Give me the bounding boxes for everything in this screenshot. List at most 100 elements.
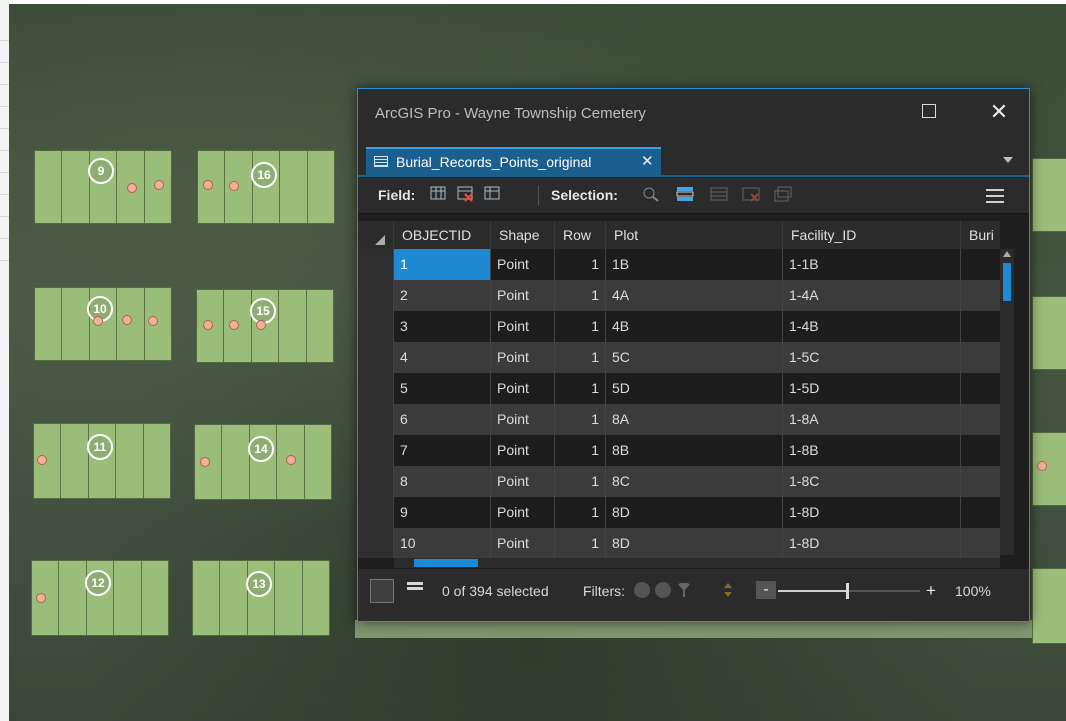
row-selector[interactable]: [358, 342, 394, 373]
cell-row[interactable]: 1: [555, 435, 606, 466]
menu-icon[interactable]: [986, 189, 1004, 203]
burial-point-marker[interactable]: [1037, 461, 1047, 471]
window-titlebar[interactable]: ArcGIS Pro - Wayne Township Cemetery ✕: [358, 89, 1029, 139]
cell-plot[interactable]: 8D: [606, 497, 783, 528]
table-row[interactable]: 6 Point 1 8A 1-8A: [358, 404, 1000, 435]
cell-facility-id[interactable]: 1-1B: [783, 249, 961, 280]
cell-objectid[interactable]: 6: [394, 404, 491, 435]
row-selector[interactable]: [358, 435, 394, 466]
cell-row[interactable]: 1: [555, 404, 606, 435]
cell-plot[interactable]: 8A: [606, 404, 783, 435]
burial-point-marker[interactable]: [148, 316, 158, 326]
row-selector[interactable]: [358, 466, 394, 497]
cell-facility-id[interactable]: 1-8D: [783, 528, 961, 558]
tab-close-icon[interactable]: ✕: [641, 152, 654, 170]
burial-point-marker[interactable]: [36, 593, 46, 603]
burial-point-marker[interactable]: [229, 320, 239, 330]
delete-selection-icon[interactable]: [742, 186, 760, 202]
cell-burial[interactable]: [961, 466, 1000, 497]
cell-facility-id[interactable]: 1-8D: [783, 497, 961, 528]
table-row[interactable]: 8 Point 1 8C 1-8C: [358, 466, 1000, 497]
switch-selection-icon[interactable]: [676, 186, 694, 202]
burial-point-marker[interactable]: [203, 320, 213, 330]
cell-row[interactable]: 1: [555, 311, 606, 342]
maximize-button[interactable]: [922, 104, 936, 118]
cell-objectid[interactable]: 5: [394, 373, 491, 404]
column-header-burial[interactable]: Buri: [961, 221, 1000, 249]
cell-row[interactable]: 1: [555, 497, 606, 528]
burial-point-marker[interactable]: [229, 181, 239, 191]
column-header-row[interactable]: Row: [555, 221, 606, 249]
close-button[interactable]: ✕: [984, 97, 1014, 127]
zoom-in-button[interactable]: +: [926, 581, 936, 601]
cell-plot[interactable]: 5D: [606, 373, 783, 404]
zoom-to-selection-icon[interactable]: [642, 186, 660, 202]
column-header-shape[interactable]: Shape: [491, 221, 555, 249]
scale-filter-icon[interactable]: [720, 582, 736, 598]
table-row[interactable]: 7 Point 1 8B 1-8B: [358, 435, 1000, 466]
burial-point-marker[interactable]: [154, 180, 164, 190]
row-selector[interactable]: [358, 404, 394, 435]
cell-plot[interactable]: 4A: [606, 280, 783, 311]
column-header-facility-id[interactable]: Facility_ID: [783, 221, 961, 249]
burial-point-marker[interactable]: [200, 457, 210, 467]
cell-facility-id[interactable]: 1-4A: [783, 280, 961, 311]
cell-shape[interactable]: Point: [491, 528, 555, 558]
cell-shape[interactable]: Point: [491, 280, 555, 311]
row-selector[interactable]: [358, 528, 394, 558]
cell-plot[interactable]: 8D: [606, 528, 783, 558]
copy-selection-icon[interactable]: [774, 186, 792, 202]
cell-row[interactable]: 1: [555, 249, 606, 280]
clear-selection-icon[interactable]: [710, 186, 728, 202]
add-field-icon[interactable]: [430, 186, 448, 202]
cell-facility-id[interactable]: 1-8C: [783, 466, 961, 497]
cell-shape[interactable]: Point: [491, 404, 555, 435]
cell-burial[interactable]: [961, 435, 1000, 466]
attribute-table[interactable]: OBJECTID Shape Row Plot Facility_ID Buri…: [358, 221, 1000, 558]
horizontal-scrollbar[interactable]: [394, 558, 1000, 568]
cell-row[interactable]: 1: [555, 280, 606, 311]
show-all-records-button[interactable]: [370, 579, 394, 603]
cell-plot[interactable]: 1B: [606, 249, 783, 280]
zoom-out-button[interactable]: -: [756, 581, 776, 599]
cell-shape[interactable]: Point: [491, 373, 555, 404]
row-selector[interactable]: [358, 280, 394, 311]
cell-burial[interactable]: [961, 249, 1000, 280]
cell-burial[interactable]: [961, 373, 1000, 404]
cell-objectid[interactable]: 4: [394, 342, 491, 373]
burial-point-marker[interactable]: [37, 455, 47, 465]
cell-objectid[interactable]: 2: [394, 280, 491, 311]
zoom-slider-thumb[interactable]: [846, 583, 849, 599]
cell-plot[interactable]: 8C: [606, 466, 783, 497]
row-selector[interactable]: [358, 373, 394, 404]
cell-burial[interactable]: [961, 497, 1000, 528]
burial-point-marker[interactable]: [127, 183, 137, 193]
table-row[interactable]: 4 Point 1 5C 1-5C: [358, 342, 1000, 373]
cell-facility-id[interactable]: 1-8B: [783, 435, 961, 466]
row-selector[interactable]: [358, 311, 394, 342]
scroll-up-icon[interactable]: [1003, 251, 1011, 257]
select-all-corner[interactable]: [358, 221, 394, 249]
burial-point-marker[interactable]: [286, 455, 296, 465]
attribute-table-window[interactable]: ArcGIS Pro - Wayne Township Cemetery ✕ B…: [357, 88, 1030, 622]
filter-icon[interactable]: [676, 582, 692, 598]
zoom-slider-track[interactable]: [848, 590, 920, 592]
cell-row[interactable]: 1: [555, 373, 606, 404]
burial-point-marker[interactable]: [122, 315, 132, 325]
horizontal-scroll-thumb[interactable]: [414, 559, 478, 567]
delete-field-icon[interactable]: [457, 186, 475, 202]
cell-plot[interactable]: 5C: [606, 342, 783, 373]
burial-point-marker[interactable]: [256, 320, 266, 330]
cell-row[interactable]: 1: [555, 528, 606, 558]
cell-objectid[interactable]: 1: [394, 249, 491, 280]
table-row[interactable]: 5 Point 1 5D 1-5D: [358, 373, 1000, 404]
cell-objectid[interactable]: 9: [394, 497, 491, 528]
row-selector[interactable]: [358, 249, 394, 280]
cell-burial[interactable]: [961, 404, 1000, 435]
cell-plot[interactable]: 4B: [606, 311, 783, 342]
cell-objectid[interactable]: 3: [394, 311, 491, 342]
cell-shape[interactable]: Point: [491, 311, 555, 342]
tab-burial-records[interactable]: Burial_Records_Points_original ✕: [366, 147, 661, 175]
cell-burial[interactable]: [961, 311, 1000, 342]
cell-row[interactable]: 1: [555, 466, 606, 497]
